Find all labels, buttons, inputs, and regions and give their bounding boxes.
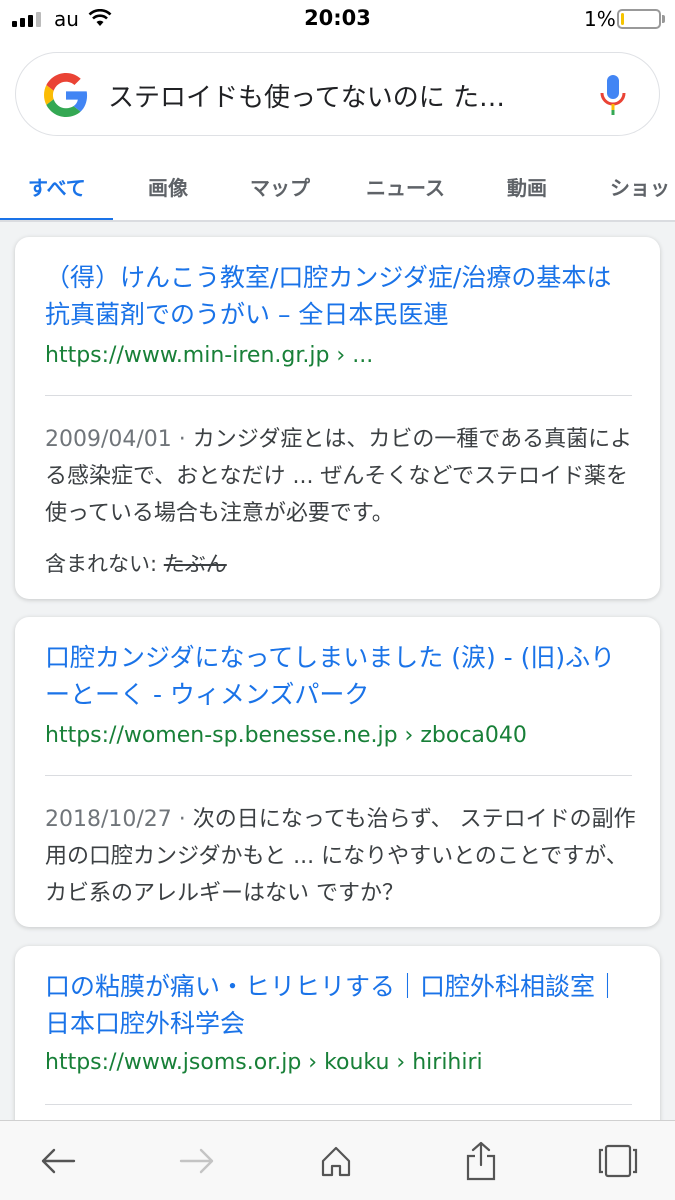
battery-icon [617,9,661,29]
status-bar: au 20:03 1% [0,0,675,38]
missing-term: たぶん [163,552,227,576]
tab-all[interactable]: すべて [28,172,86,201]
result-date: 2009/04/01 [45,427,172,452]
home-icon[interactable] [314,1139,358,1183]
search-query[interactable]: ステロイドも使ってないのに た… [108,77,558,114]
result-url[interactable]: https://www.min-iren.gr.jp › ... [45,343,373,368]
result-divider [45,1104,632,1105]
result-date: 2018/10/27 [45,807,172,832]
result-title-link[interactable]: 口の粘膜が痛い・ヒリヒリする｜口腔外科相談室｜日本口腔外科学会 [45,968,635,1042]
result-divider [45,775,632,776]
browser-toolbar [0,1120,675,1200]
date-separator: · [171,807,193,832]
battery-percent: 1% [584,7,616,31]
result-snippet: 2009/04/01 · カンジダ症とは、カビの一種である真菌による感染症で、お… [45,421,640,532]
tab-news[interactable]: ニュース [366,172,445,201]
google-g-icon[interactable] [44,73,88,117]
result-title-link[interactable]: 口腔カンジダになってしまいました (涙) - (旧)ふりーとーく - ウィメンズ… [45,639,635,713]
tabs-icon[interactable] [596,1139,640,1183]
date-separator: · [171,427,193,452]
result-url[interactable]: https://www.jsoms.or.jp › kouku › hirihi… [45,1050,483,1075]
result-url[interactable]: https://women-sp.benesse.ne.jp › zboca04… [45,723,527,748]
forward-arrow-icon[interactable] [175,1139,219,1183]
tab-images[interactable]: 画像 [148,172,188,201]
result-title-link[interactable]: （得）けんこう教室/口腔カンジダ症/治療の基本は抗真菌剤でのうがい – 全日本民… [45,259,635,333]
share-icon[interactable] [459,1139,503,1183]
search-input[interactable]: ステロイドも使ってないのに た… [15,52,660,136]
clock: 20:03 [304,6,371,30]
search-header: ステロイドも使ってないのに た… すべて 画像 マップ ニュース 動画 ショッ [0,38,675,222]
missing-terms: 含まれない: たぶん [45,548,227,578]
active-tab-indicator [0,218,113,220]
back-arrow-icon[interactable] [36,1139,80,1183]
tab-shopping[interactable]: ショッ [610,172,670,201]
tab-videos[interactable]: 動画 [507,172,547,201]
missing-terms-label: 含まれない: [45,552,164,576]
search-result-card: （得）けんこう教室/口腔カンジダ症/治療の基本は抗真菌剤でのうがい – 全日本民… [15,237,660,599]
result-divider [45,395,632,396]
search-result-card: 口腔カンジダになってしまいました (涙) - (旧)ふりーとーく - ウィメンズ… [15,617,660,927]
battery-tip [662,15,665,23]
search-tabs: すべて 画像 マップ ニュース 動画 ショッ [0,164,675,222]
result-snippet: 2018/10/27 · 次の日になっても治らず、 ステロイドの副作用の口腔カン… [45,801,640,912]
tab-maps[interactable]: マップ [250,172,310,201]
microphone-icon[interactable] [598,73,628,117]
